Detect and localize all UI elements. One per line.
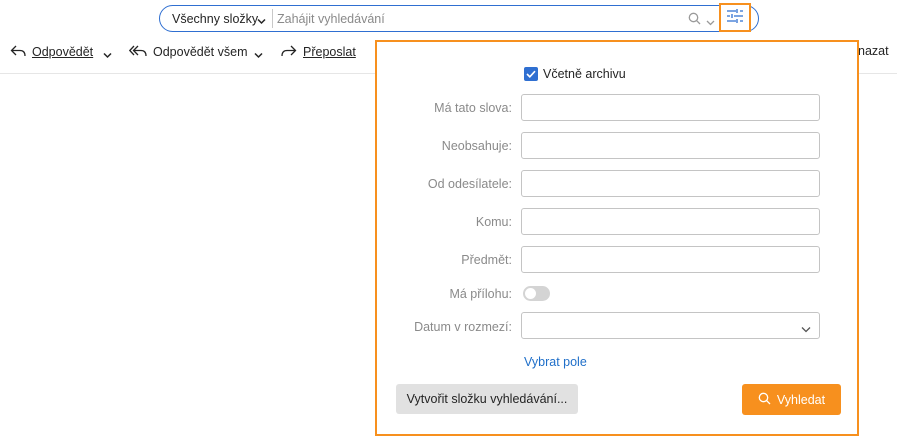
has-attachment-label: Má přílohu: bbox=[449, 287, 512, 301]
search-scope-label: Všechny složky bbox=[172, 11, 259, 26]
search-icon bbox=[758, 392, 777, 408]
reply-all-chevron-icon[interactable] bbox=[254, 48, 263, 62]
has-attachment-toggle[interactable] bbox=[523, 286, 550, 301]
include-archive-checkbox[interactable]: Včetně archivu bbox=[524, 67, 626, 81]
chevron-down-icon bbox=[257, 14, 266, 28]
search-options-chevron-icon[interactable] bbox=[706, 15, 715, 29]
delete-button-partial[interactable]: nazat bbox=[858, 44, 889, 58]
reply-all-label: Odpovědět všem bbox=[153, 45, 248, 59]
search-input[interactable] bbox=[277, 9, 682, 28]
excludes-input[interactable] bbox=[521, 132, 820, 159]
reply-button[interactable]: Odpovědět bbox=[10, 40, 93, 64]
choose-fields-link[interactable]: Vybrat pole bbox=[524, 355, 587, 369]
to-input[interactable] bbox=[521, 208, 820, 235]
search-button[interactable]: Vyhledat bbox=[742, 384, 841, 415]
subject-input[interactable] bbox=[521, 246, 820, 273]
from-input[interactable] bbox=[521, 170, 820, 197]
search-scope-dropdown[interactable]: Všechny složky bbox=[160, 6, 272, 31]
to-label: Komu: bbox=[475, 215, 512, 229]
date-range-label: Datum v rozmezí: bbox=[414, 320, 512, 334]
search-icon[interactable] bbox=[688, 12, 701, 28]
forward-icon bbox=[281, 44, 303, 61]
forward-label: Přeposlat bbox=[303, 45, 356, 59]
search-filter-button[interactable] bbox=[719, 3, 751, 32]
checkbox-checked-icon bbox=[524, 67, 538, 81]
reply-chevron-icon[interactable] bbox=[103, 48, 112, 62]
forward-button[interactable]: Přeposlat bbox=[281, 40, 356, 64]
include-archive-label: Včetně archivu bbox=[543, 67, 626, 81]
reply-all-button[interactable]: Odpovědět všem bbox=[128, 40, 248, 64]
reply-icon bbox=[10, 44, 32, 61]
search-bar: Všechny složky bbox=[159, 5, 759, 32]
create-search-folder-button[interactable]: Vytvořit složku vyhledávání... bbox=[396, 384, 578, 414]
date-range-select[interactable] bbox=[521, 312, 820, 339]
chevron-down-icon bbox=[801, 322, 811, 336]
has-words-label: Má tato slova: bbox=[434, 101, 512, 115]
excludes-label: Neobsahuje: bbox=[441, 139, 512, 153]
scope-divider bbox=[272, 9, 273, 28]
reply-label: Odpovědět bbox=[32, 45, 94, 59]
toggle-knob bbox=[525, 288, 536, 299]
subject-label: Předmět: bbox=[461, 253, 512, 267]
filter-icon bbox=[726, 8, 744, 27]
reply-all-icon bbox=[128, 44, 153, 61]
from-label: Od odesílatele: bbox=[427, 177, 512, 191]
has-words-input[interactable] bbox=[521, 94, 820, 121]
search-button-label: Vyhledat bbox=[776, 392, 826, 407]
advanced-search-panel: Včetně archivu Má tato slova: Neobsahuje… bbox=[375, 40, 859, 436]
